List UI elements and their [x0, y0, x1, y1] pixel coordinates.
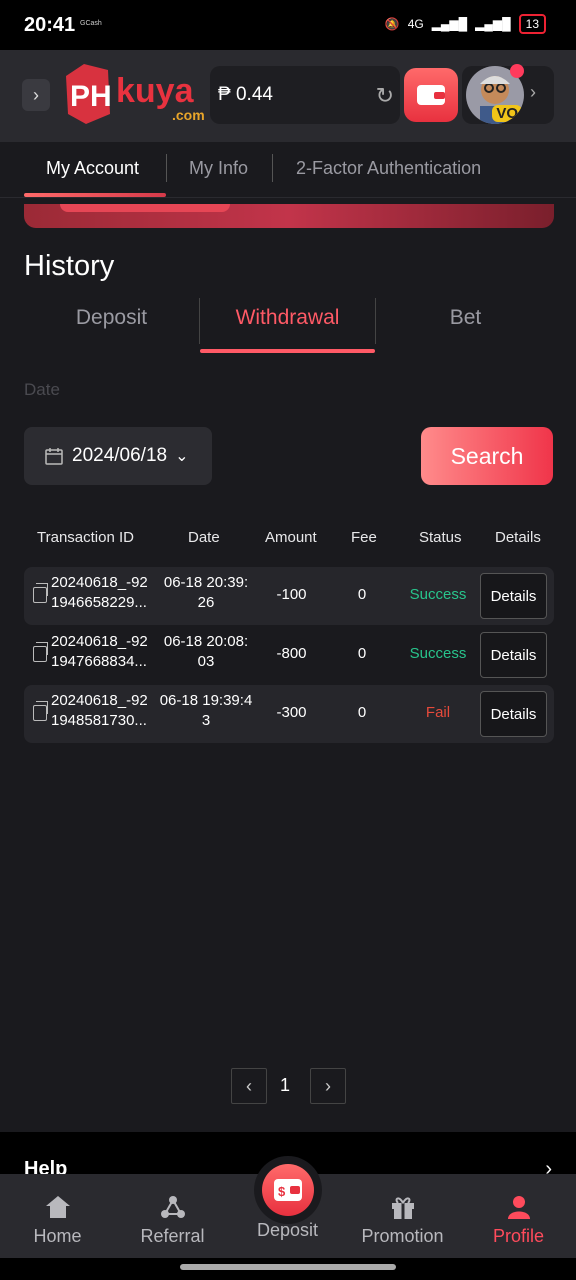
date-value: 2024/06/18 — [72, 445, 168, 466]
status-icons: 🔕 4G ▂▄▆█ ▂▄▆█ 13 — [385, 14, 546, 34]
txid-cell: 20240618_-92 1946658229... — [51, 574, 148, 611]
tab-withdrawal[interactable]: Withdrawal — [200, 306, 375, 330]
user-icon — [507, 1196, 530, 1219]
banner-highlight — [60, 204, 230, 212]
tab-my-account[interactable]: My Account — [46, 158, 139, 179]
table-row: 20240618_-92 1948581730... 06-18 19:39:4 3… — [24, 685, 554, 743]
tab-deposit[interactable]: Deposit — [24, 306, 199, 330]
fee-cell: 0 — [357, 645, 367, 662]
wallet-button[interactable] — [404, 68, 458, 122]
column-header-fee: Fee — [351, 529, 377, 546]
date-label: Date — [24, 380, 60, 399]
current-page[interactable]: 1 — [280, 1075, 290, 1096]
copy-icon[interactable] — [33, 583, 48, 603]
calendar-icon — [45, 448, 63, 465]
amount-cell: -800 — [276, 645, 307, 662]
mute-icon: 🔕 — [384, 17, 400, 31]
txid-cell: 20240618_-92 1947668834... — [51, 633, 148, 670]
svg-text:PH: PH — [70, 80, 112, 113]
page-title: History — [24, 250, 115, 282]
details-button[interactable]: Details — [480, 573, 547, 619]
avatar-badge: VO — [492, 105, 522, 122]
nav-profile[interactable]: Profile — [461, 1192, 576, 1247]
referral-icon — [160, 1196, 185, 1218]
gift-icon — [391, 1197, 414, 1219]
txid-cell: 20240618_-92 1948581730... — [51, 692, 148, 729]
table-row: 20240618_-92 1947668834... 06-18 20:08: 03… — [24, 626, 554, 684]
column-header-amount: Amount — [265, 529, 317, 546]
tab-my-info[interactable]: My Info — [189, 158, 248, 179]
active-tab-indicator — [24, 193, 166, 197]
details-button[interactable]: Details — [480, 632, 547, 678]
status-badge: Fail — [425, 704, 451, 721]
home-indicator[interactable] — [180, 1264, 396, 1270]
column-header-txid: Transaction ID — [37, 529, 134, 546]
column-header-date: Date — [188, 529, 220, 546]
battery-icon: 13 — [518, 14, 546, 34]
signal-icon-2: ▂▄▆█ — [475, 17, 511, 31]
date-cell: 06-18 20:39: 26 — [163, 574, 249, 611]
home-icon — [45, 1196, 70, 1218]
status-app-note: GCash — [80, 20, 102, 27]
column-header-details: Details — [495, 529, 541, 546]
copy-icon[interactable] — [33, 642, 48, 662]
svg-text:.com: .com — [172, 107, 205, 123]
nav-promotion[interactable]: Promotion — [345, 1192, 460, 1247]
date-cell: 06-18 20:08: 03 — [163, 633, 249, 670]
status-badge: Success — [409, 645, 467, 662]
fee-cell: 0 — [357, 704, 367, 721]
tab-divider — [166, 154, 167, 182]
balance-value: ₱ 0.44 — [218, 84, 273, 105]
deposit-fab[interactable]: $ — [262, 1164, 314, 1216]
fee-cell: 0 — [357, 586, 367, 603]
header-expand-button[interactable]: › — [22, 79, 50, 111]
signal-icon: ▂▄▆█ — [431, 17, 468, 31]
date-picker[interactable]: 2024/06/18 ⌄ — [24, 427, 212, 485]
amount-cell: -100 — [276, 586, 307, 603]
status-badge: Success — [409, 586, 467, 603]
table-row: 20240618_-92 1946658229... 06-18 20:39: 26… — [24, 567, 554, 625]
copy-icon[interactable] — [33, 701, 48, 721]
balance-display: ₱ 0.44 ↻ — [210, 66, 400, 124]
next-page-button[interactable]: › — [310, 1068, 346, 1104]
wallet-icon — [417, 85, 445, 105]
search-button[interactable]: Search — [421, 427, 553, 485]
tab-bet[interactable]: Bet — [378, 306, 553, 330]
wallet-icon: $ — [274, 1179, 302, 1201]
active-tab-indicator — [200, 349, 375, 353]
prev-page-button[interactable]: ‹ — [231, 1068, 267, 1104]
date-cell: 06-18 19:39:4 3 — [159, 692, 253, 729]
status-bar: 20:41 GCash 🔕 4G ▂▄▆█ ▂▄▆█ 13 — [0, 0, 576, 50]
column-header-status: Status — [419, 529, 462, 546]
status-time: 20:41 — [24, 14, 76, 36]
notification-dot — [510, 64, 524, 78]
site-logo[interactable]: PH kuya .com — [64, 62, 209, 128]
nav-home[interactable]: Home — [0, 1192, 115, 1247]
amount-cell: -300 — [276, 704, 307, 721]
chevron-down-icon: ⌄ — [175, 448, 189, 465]
nav-referral[interactable]: Referral — [115, 1192, 230, 1247]
svg-text:$: $ — [278, 1184, 286, 1199]
svg-text:kuya: kuya — [116, 72, 195, 110]
tab-2fa[interactable]: 2-Factor Authentication — [296, 158, 481, 179]
details-button[interactable]: Details — [480, 691, 547, 737]
chevron-right-icon[interactable]: › — [530, 82, 536, 103]
tab-divider — [375, 298, 376, 344]
refresh-icon[interactable]: ↻ — [376, 83, 394, 109]
network-label: 4G — [407, 17, 424, 31]
nav-deposit[interactable]: Deposit — [230, 1220, 345, 1241]
tab-divider — [272, 154, 273, 182]
